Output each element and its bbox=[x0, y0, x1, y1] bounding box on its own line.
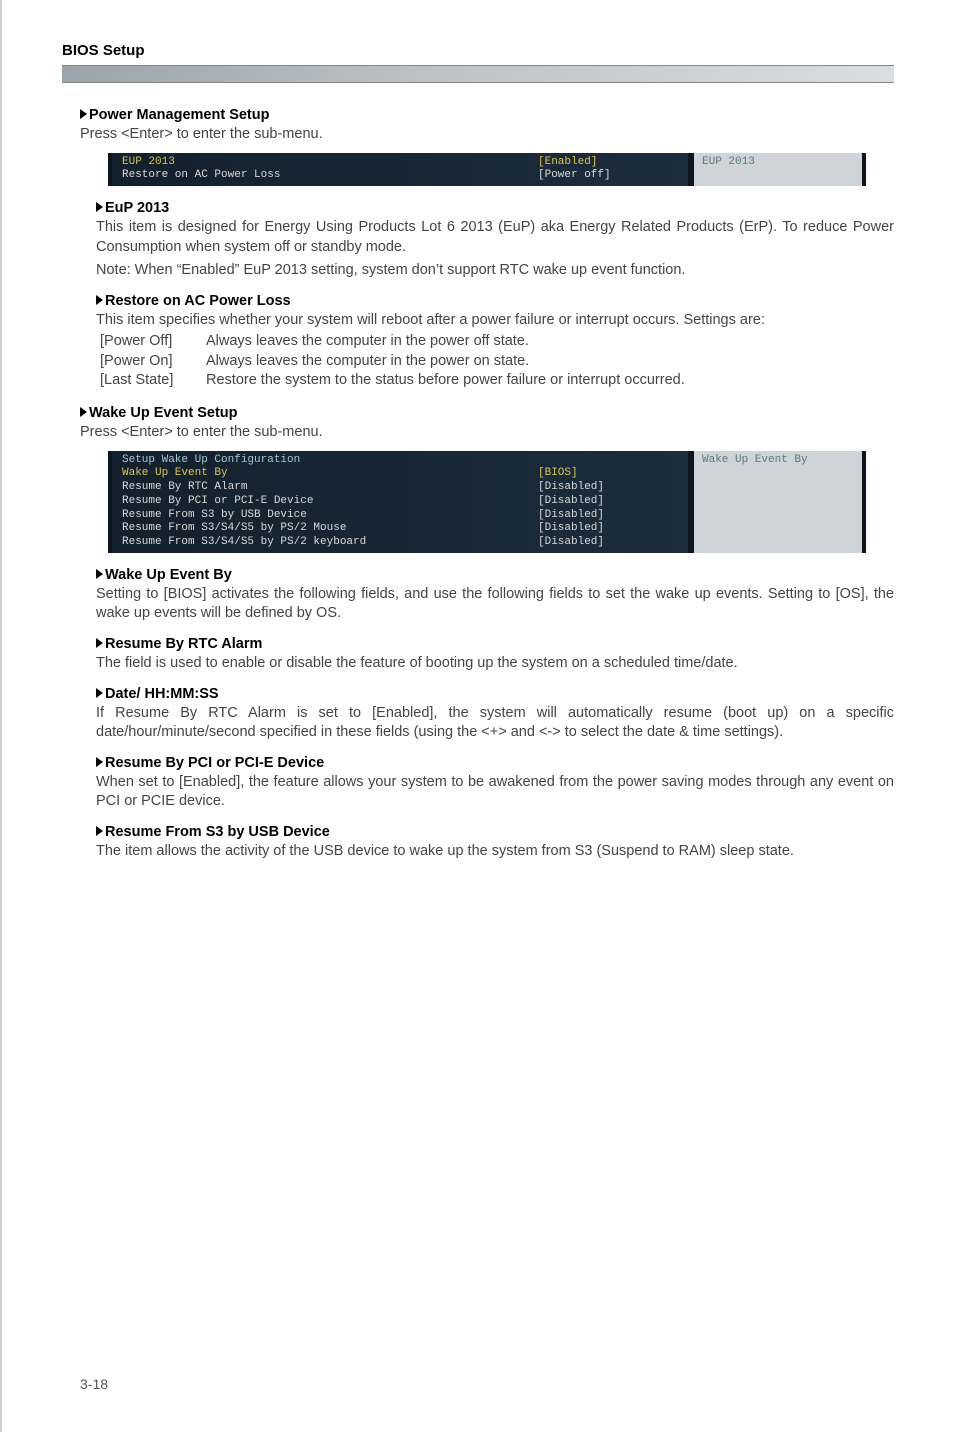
bios-item: Resume By RTC Alarm bbox=[122, 481, 538, 495]
triangle-icon bbox=[80, 407, 87, 417]
option-desc: Restore the system to the status before … bbox=[206, 371, 894, 391]
bios-value: [Disabled] bbox=[538, 481, 678, 495]
heading-date-hhmmss: Date/ HH:MM:SS bbox=[96, 686, 894, 702]
option-row: [Power On] Always leaves the computer in… bbox=[96, 352, 894, 372]
heading-resume-from-s3-usb: Resume From S3 by USB Device bbox=[96, 824, 894, 840]
triangle-icon bbox=[96, 569, 103, 579]
option-label: [Power Off] bbox=[96, 332, 206, 352]
triangle-icon bbox=[80, 109, 87, 119]
bios-item: EUP 2013 bbox=[122, 156, 538, 170]
bios-help-text: Wake Up Event By bbox=[702, 454, 808, 466]
usb-desc: The item allows the activity of the USB … bbox=[96, 842, 894, 862]
page-number: 3-18 bbox=[80, 1376, 108, 1392]
triangle-icon bbox=[96, 295, 103, 305]
bios-item: Resume From S3 by USB Device bbox=[122, 509, 538, 523]
bios-value: [Enabled] bbox=[538, 156, 678, 170]
bios-screenshot-power-management: EUP 2013 [Enabled] Restore on AC Power L… bbox=[108, 153, 866, 187]
triangle-icon bbox=[96, 638, 103, 648]
triangle-icon bbox=[96, 688, 103, 698]
bios-help-text: EUP 2013 bbox=[702, 156, 755, 168]
bios-value: [Disabled] bbox=[538, 536, 678, 550]
bios-value: [BIOS] bbox=[538, 467, 678, 481]
pci-desc: When set to [Enabled], the feature allow… bbox=[96, 773, 894, 812]
bios-value: [Disabled] bbox=[538, 522, 678, 536]
bios-value: [Disabled] bbox=[538, 509, 678, 523]
option-row: [Last State] Restore the system to the s… bbox=[96, 371, 894, 391]
heading-power-management-setup: Power Management Setup bbox=[80, 107, 894, 123]
page-title: BIOS Setup bbox=[62, 42, 145, 59]
heading-resume-by-rtc-alarm: Resume By RTC Alarm bbox=[96, 636, 894, 652]
option-label: [Power On] bbox=[96, 352, 206, 372]
date-desc: If Resume By RTC Alarm is set to [Enable… bbox=[96, 704, 894, 743]
heading-restore-ac-power-loss: Restore on AC Power Loss bbox=[96, 293, 894, 309]
rtc-desc: The field is used to enable or disable t… bbox=[96, 654, 894, 674]
eup-desc-1: This item is designed for Energy Using P… bbox=[96, 218, 894, 257]
bios-value: [Power off] bbox=[538, 169, 678, 183]
option-row: [Power Off] Always leaves the computer i… bbox=[96, 332, 894, 352]
heading-eup-2013: EuP 2013 bbox=[96, 200, 894, 216]
triangle-icon bbox=[96, 826, 103, 836]
pms-intro: Press <Enter> to enter the sub-menu. bbox=[80, 125, 894, 145]
bios-item: Wake Up Event By bbox=[122, 467, 538, 481]
option-desc: Always leaves the computer in the power … bbox=[206, 352, 894, 372]
heading-resume-by-pci: Resume By PCI or PCI-E Device bbox=[96, 755, 894, 771]
triangle-icon bbox=[96, 757, 103, 767]
option-label: [Last State] bbox=[96, 371, 206, 391]
triangle-icon bbox=[96, 202, 103, 212]
heading-wake-up-event-setup: Wake Up Event Setup bbox=[80, 405, 894, 421]
eup-desc-2: Note: When “Enabled” EuP 2013 setting, s… bbox=[96, 261, 894, 281]
option-desc: Always leaves the computer in the power … bbox=[206, 332, 894, 352]
header-divider bbox=[62, 65, 894, 83]
heading-wake-up-event-by: Wake Up Event By bbox=[96, 567, 894, 583]
bios-header: Setup Wake Up Configuration bbox=[122, 454, 538, 468]
bios-item: Resume By PCI or PCI-E Device bbox=[122, 495, 538, 509]
wake-by-desc: Setting to [BIOS] activates the followin… bbox=[96, 585, 894, 624]
bios-item: Resume From S3/S4/S5 by PS/2 Mouse bbox=[122, 522, 538, 536]
bios-item: Restore on AC Power Loss bbox=[122, 169, 538, 183]
bios-item: Resume From S3/S4/S5 by PS/2 keyboard bbox=[122, 536, 538, 550]
wake-intro: Press <Enter> to enter the sub-menu. bbox=[80, 423, 894, 443]
restore-desc: This item specifies whether your system … bbox=[96, 311, 894, 331]
bios-screenshot-wake-up: Setup Wake Up Configuration Wake Up Even… bbox=[108, 451, 866, 553]
bios-value: [Disabled] bbox=[538, 495, 678, 509]
